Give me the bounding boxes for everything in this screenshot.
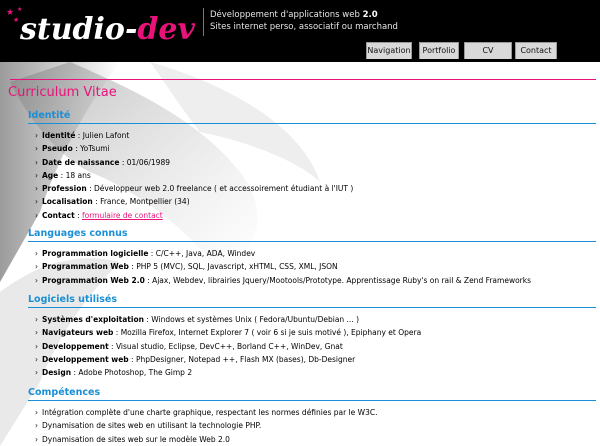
list-item: › Programmation Web 2.0 : Ajax, Webdev, l…: [35, 274, 596, 287]
nav-portfolio[interactable]: Portfolio: [419, 42, 459, 59]
arrow-bullet-icon: ›: [35, 408, 38, 417]
arrow-bullet-icon: ›: [35, 421, 38, 431]
list-item: › Programmation logicielle : C/C++, Java,…: [35, 247, 596, 260]
title-rule: [10, 79, 596, 80]
arrow-bullet-icon: ›: [35, 341, 38, 351]
competences-list: › Intégration complète d'une charte graph…: [28, 406, 596, 446]
list-item: › Date de naissance : 01/06/1989: [35, 156, 596, 169]
arrow-bullet-icon: ›: [35, 328, 38, 338]
list-item: › Dynamisation de sites web en utilisant …: [35, 419, 596, 432]
arrow-bullet-icon: ›: [35, 315, 38, 324]
arrow-bullet-icon: ›: [35, 354, 38, 364]
section-heading: Languages connus: [28, 228, 596, 242]
nav-navigation[interactable]: Navigation: [366, 42, 412, 59]
studio-dev-logo[interactable]: ★ ★ ★ studio-dev: [6, 6, 196, 47]
section-heading: Identité: [28, 110, 596, 124]
list-item: › Programmation Web : PHP 5 (MVC), SQL, J…: [35, 260, 596, 273]
list-item: › Localisation : France, Montpellier (34): [35, 195, 596, 208]
contact-form-link[interactable]: formulaire de contact: [82, 211, 163, 220]
tagline-line2: Sites internet perso, associatif ou marc…: [210, 22, 398, 32]
arrow-bullet-icon: ›: [35, 434, 38, 444]
list-item: › Intégration complète d'une charte graph…: [35, 406, 596, 419]
page-title: Curriculum Vitae: [8, 85, 117, 100]
arrow-bullet-icon: ›: [35, 262, 38, 272]
list-item: › Profession : Développeur web 2.0 freela…: [35, 182, 596, 195]
identite-list: › Identité : Julien Lafont › Pseudo : YoTs…: [28, 129, 596, 222]
arrow-bullet-icon: ›: [35, 170, 38, 180]
section-competences: Compétences › Intégration complète d'une …: [28, 387, 596, 446]
list-item: › Design : Adobe Photoshop, The Gimp 2: [35, 366, 596, 379]
section-heading: Logiciels utilisés: [28, 294, 596, 308]
langages-list: › Programmation logicielle : C/C++, Java,…: [28, 247, 596, 287]
arrow-bullet-icon: ›: [35, 368, 38, 378]
list-item: › Dynamisation de sites web sur le modèle…: [35, 433, 596, 446]
nav-cv[interactable]: CV: [464, 42, 512, 59]
main-content: Curriculum Vitae Identité › Identité : Ju…: [0, 62, 600, 446]
header-divider: [203, 8, 204, 36]
section-heading: Compétences: [28, 387, 596, 401]
list-item: › Age : 18 ans: [35, 169, 596, 182]
arrow-bullet-icon: ›: [35, 210, 38, 220]
section-langages: Languages connus › Programmation logiciel…: [28, 228, 596, 287]
logiciels-list: › Systèmes d'exploitation : Windows et sy…: [28, 313, 596, 379]
section-identite: Identité › Identité : Julien Lafont › Pseu…: [28, 110, 596, 222]
list-item: › Contact : formulaire de contact: [35, 209, 596, 222]
arrow-bullet-icon: ›: [35, 131, 38, 140]
list-item: › Identité : Julien Lafont: [35, 129, 596, 142]
arrow-bullet-icon: ›: [35, 197, 38, 207]
header-tagline: Développement d'applications web 2.0 Sit…: [210, 9, 398, 33]
section-logiciels: Logiciels utilisés › Systèmes d'exploitat…: [28, 294, 596, 379]
list-item: › Developpement : Visual studio, Eclipse,…: [35, 340, 596, 353]
arrow-bullet-icon: ›: [35, 144, 38, 154]
list-item: › Developpement web : PhpDesigner, Notepa…: [35, 353, 596, 366]
list-item: › Systèmes d'exploitation : Windows et sy…: [35, 313, 596, 326]
logo-text: studio-dev: [20, 12, 195, 47]
list-item: › Navigateurs web : Mozilla Firefox, Inte…: [35, 326, 596, 339]
list-item: › Pseudo : YoTsumi: [35, 142, 596, 155]
nav-contact[interactable]: Contact: [515, 42, 557, 59]
arrow-bullet-icon: ›: [35, 184, 38, 194]
site-header: ★ ★ ★ studio-dev Développement d'applica…: [0, 0, 600, 62]
arrow-bullet-icon: ›: [35, 157, 38, 167]
arrow-bullet-icon: ›: [35, 275, 38, 285]
tagline-version: 2.0: [362, 10, 378, 20]
star-icon: ★: [13, 16, 20, 24]
arrow-bullet-icon: ›: [35, 249, 38, 258]
tagline-line1: Développement d'applications web: [210, 10, 360, 20]
